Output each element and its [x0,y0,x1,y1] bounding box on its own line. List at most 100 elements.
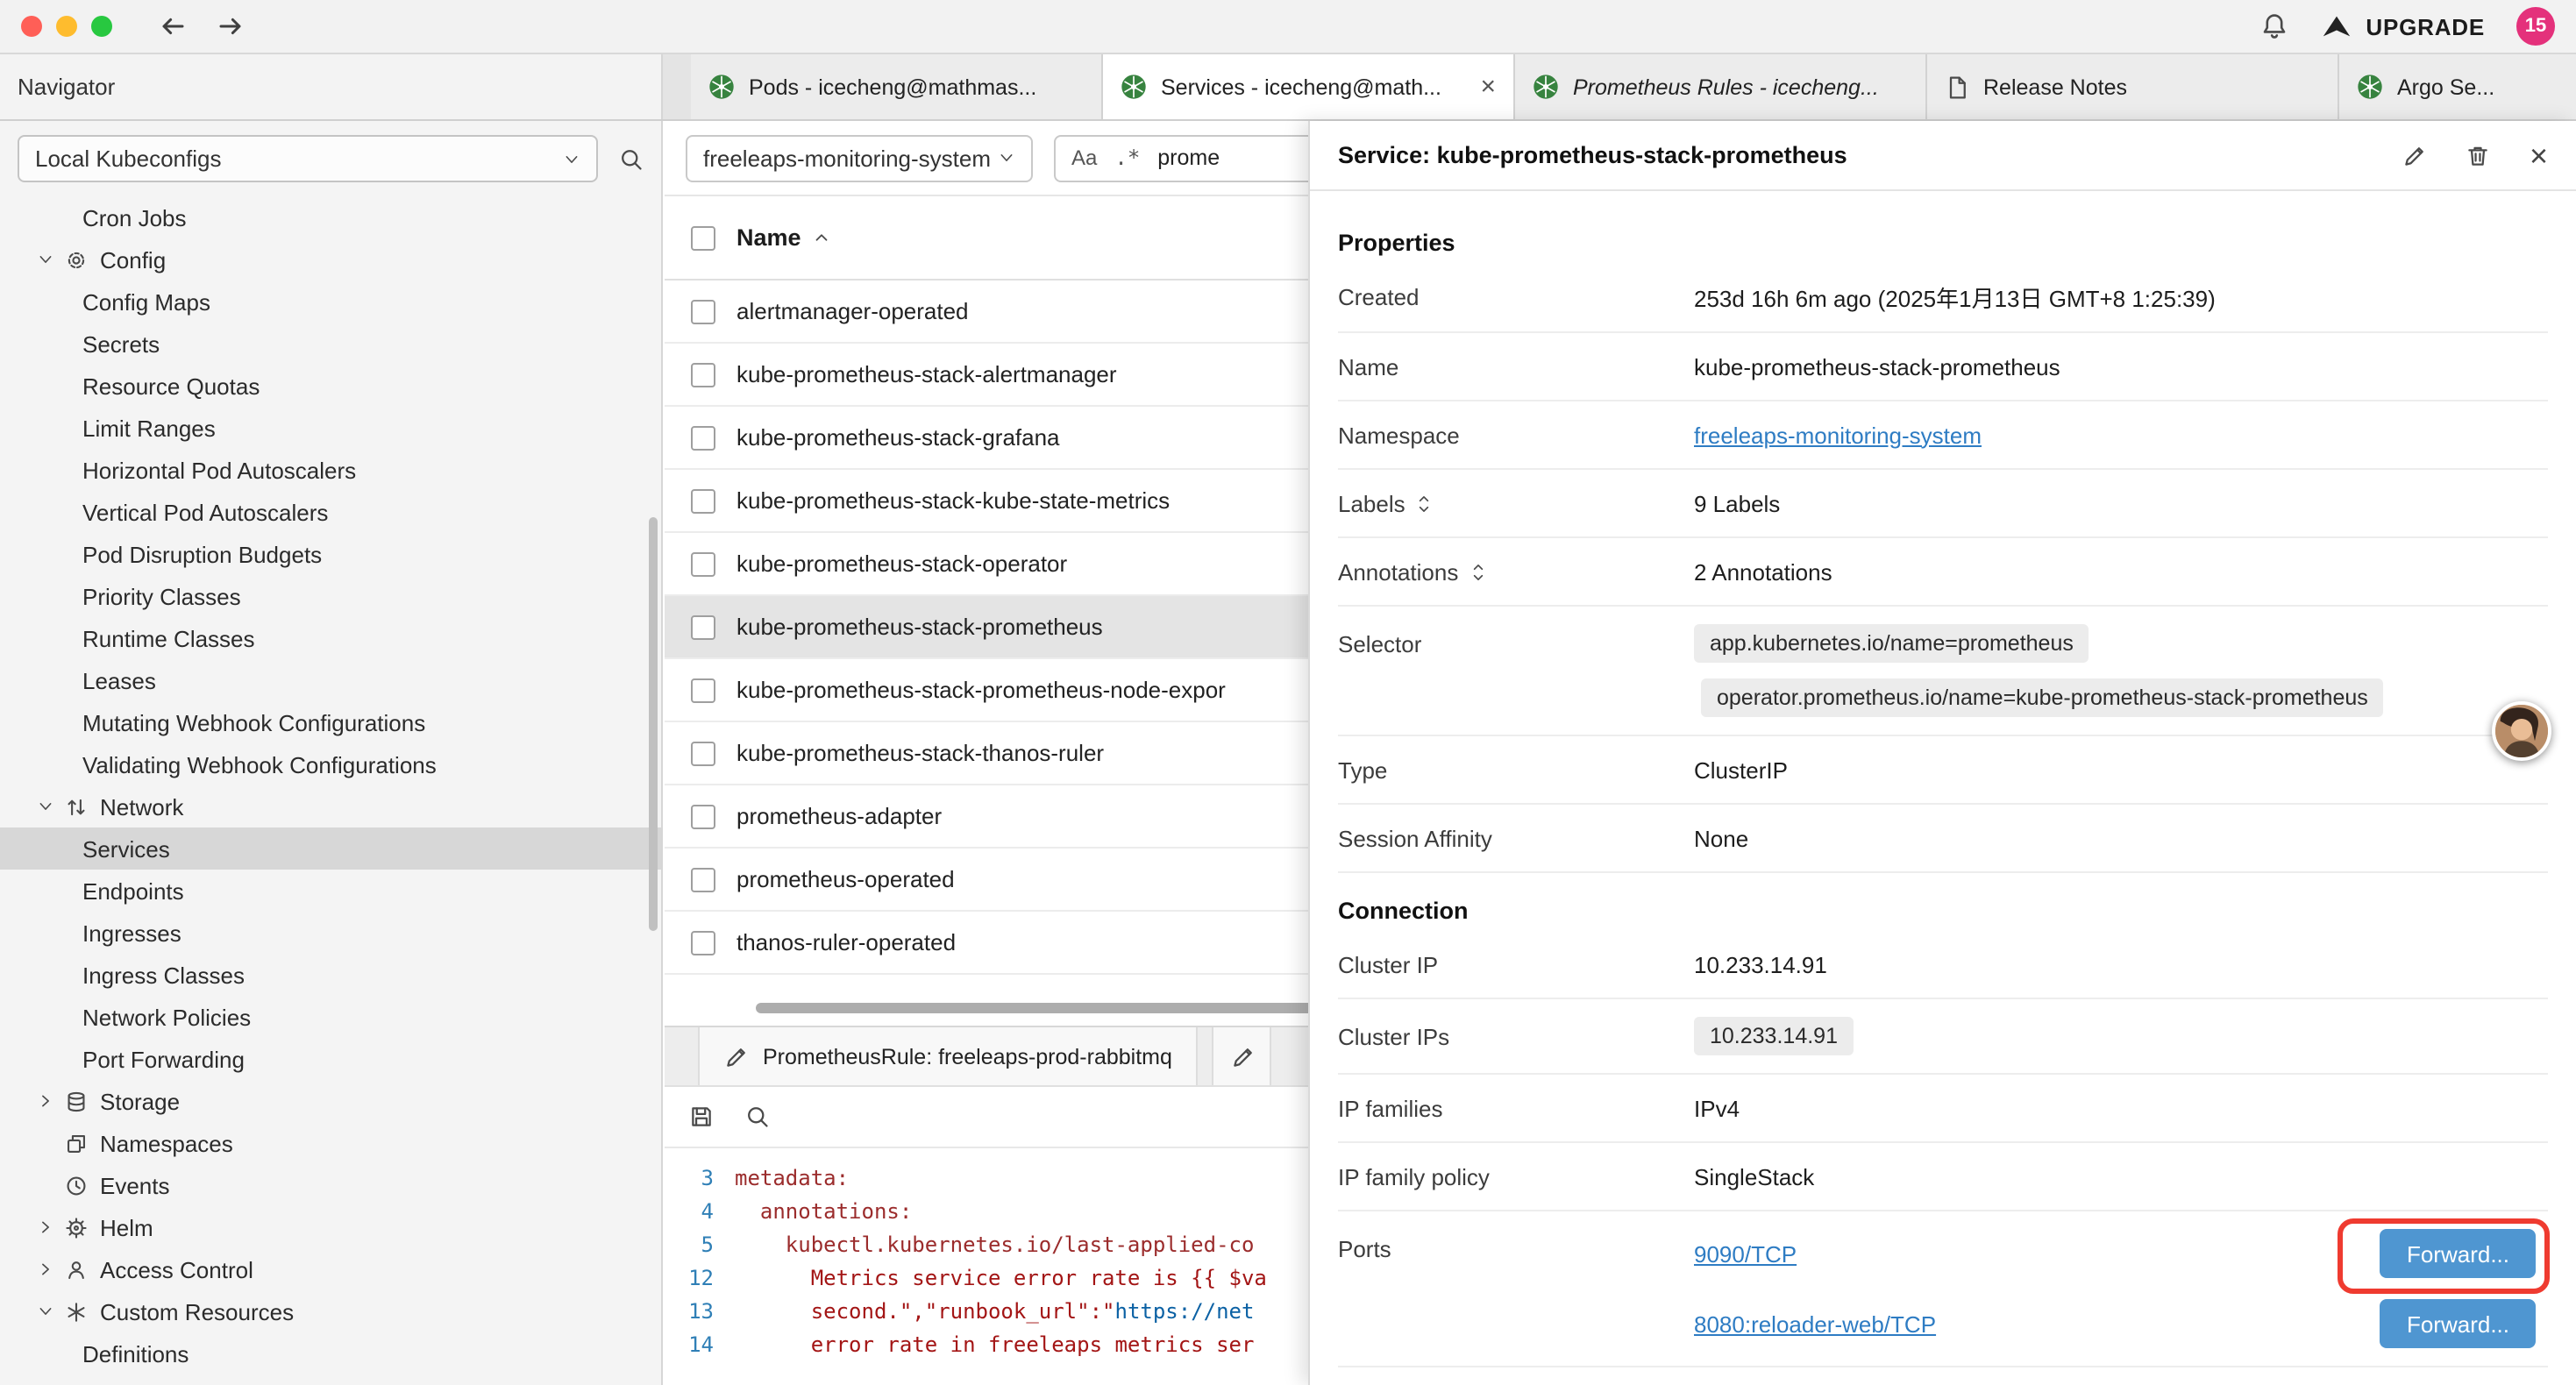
sidebar-item-leases[interactable]: Leases [0,659,661,701]
sidebar-item-label: Port Forwarding [82,1046,245,1072]
row-checkbox[interactable] [691,678,715,702]
tab-pods-icecheng-mathmas[interactable]: Pods - icecheng@mathmas... [691,54,1103,119]
row-checkbox[interactable] [691,551,715,576]
sidebar-item-resource-quotas[interactable]: Resource Quotas [0,365,661,407]
sidebar-item-namespaces[interactable]: Namespaces [0,1122,661,1164]
sidebar-item-events[interactable]: Events [0,1164,661,1206]
sidebar-item-custom-resources[interactable]: Custom Resources [0,1290,661,1332]
chevron-right-icon[interactable] [32,1218,60,1236]
namespace-link[interactable]: freeleaps-monitoring-system [1694,422,1982,448]
match-case-toggle[interactable]: Aa [1071,146,1097,170]
dock-tab-partial[interactable] [1213,1027,1272,1085]
sidebar-item-access-control[interactable]: Access Control [0,1248,661,1290]
sidebar-item-port-forwarding[interactable]: Port Forwarding [0,1038,661,1080]
chevron-right-icon[interactable] [32,1261,60,1278]
row-checkbox[interactable] [691,425,715,450]
sidebar-item-network[interactable]: Network [0,785,661,827]
tab-argo-se[interactable]: Argo Se... [2339,54,2576,119]
forward-button[interactable] [216,12,246,40]
sidebar-item-validating-webhook-configurations[interactable]: Validating Webhook Configurations [0,743,661,785]
row-checkbox[interactable] [691,930,715,955]
sidebar-item-runtime-classes[interactable]: Runtime Classes [0,617,661,659]
drawer-row-ip-families: IP familiesIPv4 [1338,1075,2548,1143]
sidebar-item-limit-ranges[interactable]: Limit Ranges [0,407,661,449]
row-checkbox[interactable] [691,804,715,828]
dock-tab-prometheusrule[interactable]: PrometheusRule: freeleaps-prod-rabbitmq [698,1027,1199,1085]
value-badge: 10.233.14.91 [1694,1017,1854,1055]
delete-button[interactable] [2466,143,2491,167]
sidebar-search-button[interactable] [619,146,644,171]
drawer-row-created: Created253d 16h 6m ago (2025年1月13日 GMT+8… [1338,263,2548,333]
row-checkbox[interactable] [691,362,715,387]
sidebar-item-cron-jobs[interactable]: Cron Jobs [0,196,661,238]
sidebar-item-endpoints[interactable]: Endpoints [0,870,661,912]
forward-button[interactable]: Forward... [2380,1299,2536,1348]
sidebar-item-ingress-classes[interactable]: Ingress Classes [0,954,661,996]
close-tab-icon[interactable]: × [1480,74,1496,100]
service-name: kube-prometheus-stack-thanos-ruler [737,740,1104,766]
select-all-checkbox[interactable] [691,225,715,250]
code-token: kubectl.kubernetes.io/last-applied-co [735,1232,1254,1257]
drawer-actions: × [2403,139,2548,171]
editor-search-button[interactable] [745,1104,770,1129]
notification-count-badge[interactable]: 15 [2516,7,2555,46]
sidebar-item-vertical-pod-autoscalers[interactable]: Vertical Pod Autoscalers [0,491,661,533]
drawer-row-labels: Labels9 Labels [1338,470,2548,538]
sidebar-item-secrets[interactable]: Secrets [0,323,661,365]
row-label: Annotations [1338,558,1694,585]
close-drawer-button[interactable]: × [2530,139,2548,171]
expand-toggle-icon[interactable] [1416,492,1434,515]
row-label-text: Ports [1338,1236,1391,1262]
tab-release-notes[interactable]: Release Notes [1927,54,2339,119]
row-checkbox[interactable] [691,488,715,513]
tab-services-icecheng-math[interactable]: Services - icecheng@math...× [1103,54,1515,119]
sidebar-item-definitions[interactable]: Definitions [0,1332,661,1374]
upgrade-button[interactable]: UPGRADE [2320,12,2485,40]
column-header-name[interactable]: Name [737,224,831,251]
forward-button[interactable]: Forward... [2380,1229,2536,1278]
navigator-tree: Cron JobsConfigConfig MapsSecretsResourc… [0,196,661,1374]
sidebar-item-config[interactable]: Config [0,238,661,281]
line-number: 5 [665,1229,735,1262]
regex-toggle[interactable]: .* [1114,146,1140,170]
namespace-selector[interactable]: freeleaps-monitoring-system [686,134,1033,181]
row-checkbox[interactable] [691,299,715,323]
close-window-button[interactable] [21,16,42,37]
chevron-right-icon[interactable] [32,1092,60,1110]
sidebar-item-pod-disruption-budgets[interactable]: Pod Disruption Budgets [0,533,661,575]
avatar[interactable] [2492,701,2551,761]
sidebar-item-services[interactable]: Services [0,827,661,870]
edit-button[interactable] [2403,143,2428,167]
tab-prometheus-rules-icecheng[interactable]: Prometheus Rules - icecheng... [1515,54,1927,119]
zoom-window-button[interactable] [91,16,112,37]
sidebar-item-config-maps[interactable]: Config Maps [0,281,661,323]
sidebar-item-storage[interactable]: Storage [0,1080,661,1122]
row-checkbox[interactable] [691,614,715,639]
sidebar-scrollbar[interactable] [649,517,658,931]
pencil-icon [1232,1044,1256,1069]
expand-toggle-icon[interactable] [1469,560,1486,583]
sidebar-item-priority-classes[interactable]: Priority Classes [0,575,661,617]
port-link[interactable]: 9090/TCP [1694,1240,1797,1267]
chevron-down-icon[interactable] [32,1303,60,1320]
sidebar-item-horizontal-pod-autoscalers[interactable]: Horizontal Pod Autoscalers [0,449,661,491]
notifications-bell-button[interactable] [2260,12,2288,40]
pencil-icon [724,1044,749,1069]
row-label-text: Type [1338,756,1387,783]
sidebar-item-helm[interactable]: Helm [0,1206,661,1248]
code-token: annotations: [735,1199,912,1224]
row-checkbox[interactable] [691,867,715,891]
sidebar-item-ingresses[interactable]: Ingresses [0,912,661,954]
minimize-window-button[interactable] [56,16,77,37]
service-name: alertmanager-operated [737,298,969,324]
drawer-title: Service: kube-prometheus-stack-prometheu… [1338,142,1847,168]
sidebar-item-mutating-webhook-configurations[interactable]: Mutating Webhook Configurations [0,701,661,743]
row-checkbox[interactable] [691,741,715,765]
save-button[interactable] [689,1104,714,1129]
sidebar-item-network-policies[interactable]: Network Policies [0,996,661,1038]
kubeconfig-selector[interactable]: Local Kubeconfigs [18,135,598,182]
chevron-down-icon[interactable] [32,251,60,268]
port-link[interactable]: 8080:reloader-web/TCP [1694,1310,1936,1337]
chevron-down-icon[interactable] [32,798,60,815]
back-button[interactable] [158,12,188,40]
